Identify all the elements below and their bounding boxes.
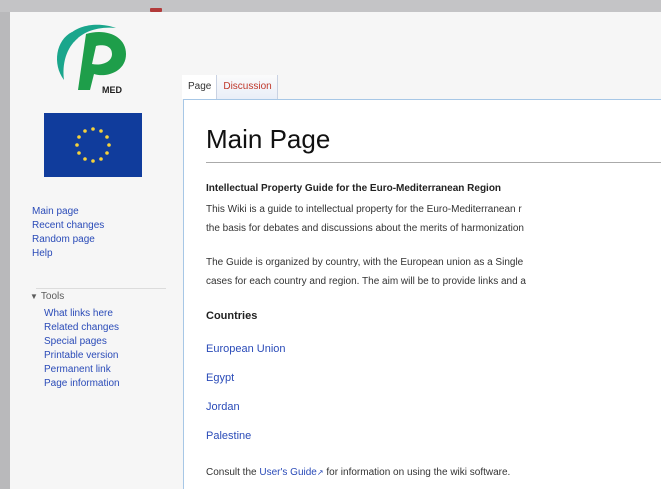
tools-toggle[interactable]: ▼ Tools (30, 291, 64, 302)
consult-suffix: for information on using the wiki softwa… (323, 467, 511, 478)
consult-text: Consult the User's Guide↗ for informatio… (206, 467, 510, 478)
countries-heading: Countries (206, 310, 258, 322)
consult-prefix: Consult the (206, 467, 260, 478)
intro-line-1: This Wiki is a guide to intellectual pro… (206, 204, 522, 215)
sidebar-item-random-page[interactable]: Random page (32, 233, 104, 247)
organization-paragraph: The Guide is organized by country, with … (206, 253, 526, 291)
organization-line-1: The Guide is organized by country, with … (206, 257, 524, 268)
tool-related-changes[interactable]: Related changes (44, 321, 120, 335)
country-link-egypt[interactable]: Egypt (206, 372, 234, 384)
sidebar-item-recent-changes[interactable]: Recent changes (32, 219, 104, 233)
sidebar-item-main-page[interactable]: Main page (32, 205, 104, 219)
tool-page-information[interactable]: Page information (44, 377, 120, 391)
logo-text: MED (102, 85, 123, 95)
intro-paragraph: This Wiki is a guide to intellectual pro… (206, 200, 524, 238)
site-logo[interactable]: MED (42, 18, 142, 96)
content-area: Main Page Intellectual Property Guide fo… (183, 99, 661, 489)
wiki-window: MED Main page Recent changes Random page… (10, 12, 661, 489)
page-title: Main Page (206, 124, 331, 154)
tool-permanent-link[interactable]: Permanent link (44, 363, 120, 377)
caret-down-icon: ▼ (30, 292, 38, 301)
guide-subheading: Intellectual Property Guide for the Euro… (206, 183, 502, 194)
country-link-palestine[interactable]: Palestine (206, 430, 251, 442)
users-guide-link[interactable]: User's Guide (259, 467, 317, 478)
tools-heading-label: Tools (40, 291, 65, 302)
logo-icon: MED (57, 24, 126, 95)
title-divider (206, 162, 661, 163)
eu-stars-icon (75, 127, 111, 163)
sidebar-item-help[interactable]: Help (32, 247, 104, 261)
tab-discussion[interactable]: Discussion (217, 75, 278, 99)
tab-page[interactable]: Page (182, 75, 218, 99)
sidebar-divider (36, 288, 166, 289)
tools-list: What links here Related changes Special … (44, 307, 120, 391)
tool-printable-version[interactable]: Printable version (44, 349, 120, 363)
organization-line-2: cases for each country and region. The a… (206, 276, 526, 287)
country-link-jordan[interactable]: Jordan (206, 401, 240, 413)
browser-chrome (0, 0, 661, 12)
intro-line-2: the basis for debates and discussions ab… (206, 223, 524, 234)
eu-flag-image (44, 113, 142, 177)
tool-special-pages[interactable]: Special pages (44, 335, 120, 349)
external-link-icon: ↗ (316, 468, 324, 477)
sidebar-navigation: Main page Recent changes Random page Hel… (32, 205, 104, 261)
page-tabs: Page Discussion (182, 75, 278, 99)
country-link-european-union[interactable]: European Union (206, 343, 286, 355)
tool-what-links-here[interactable]: What links here (44, 307, 120, 321)
